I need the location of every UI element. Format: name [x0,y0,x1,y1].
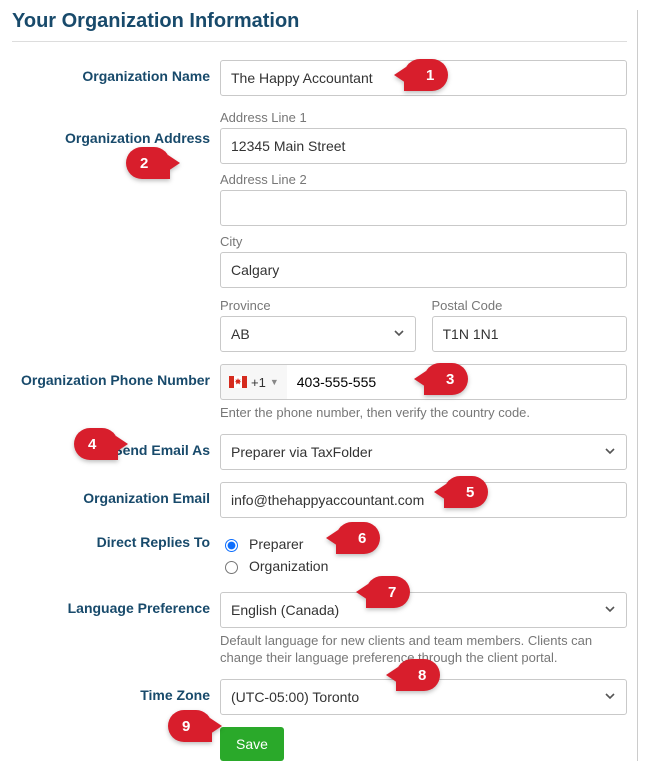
send-email-as-select[interactable]: Preparer via TaxFolder [220,434,627,470]
chevron-down-icon [604,689,616,705]
send-email-as-value: Preparer via TaxFolder [231,444,372,460]
phone-helper-text: Enter the phone number, then verify the … [220,404,627,422]
label-send-email-as: Send Email As [12,434,220,458]
city-input[interactable] [220,252,627,288]
radio-preparer-label: Preparer [249,536,303,552]
language-value: English (Canada) [231,602,339,618]
label-address-line-2: Address Line 2 [220,172,627,187]
radio-organization[interactable]: Organization [220,558,627,574]
chevron-down-icon [393,326,405,342]
organization-name-input[interactable] [220,60,627,96]
chevron-down-icon [604,602,616,618]
save-button[interactable]: Save [220,727,284,761]
label-timezone: Time Zone [12,679,220,703]
label-direct-replies: Direct Replies To [12,530,220,550]
phone-number-input[interactable] [287,364,627,400]
label-organization-name: Organization Name [12,60,220,84]
phone-country-select[interactable]: +1 ▼ [220,364,287,400]
province-select[interactable]: AB [220,316,416,352]
radio-organization-input[interactable] [225,561,238,574]
label-province: Province [220,298,416,313]
label-organization-address: Organization Address [12,108,220,146]
address-line-2-input[interactable] [220,190,627,226]
radio-organization-label: Organization [249,558,328,574]
chevron-down-icon [604,444,616,460]
dial-code: +1 [251,375,266,390]
radio-preparer[interactable]: Preparer [220,536,627,552]
postal-code-input[interactable] [432,316,628,352]
label-address-line-1: Address Line 1 [220,110,627,125]
organization-email-input[interactable] [220,482,627,518]
label-city: City [220,234,627,249]
radio-preparer-input[interactable] [225,539,238,552]
language-select[interactable]: English (Canada) [220,592,627,628]
label-language-preference: Language Preference [12,592,220,616]
caret-down-icon: ▼ [270,377,279,387]
language-helper-text: Default language for new clients and tea… [220,632,627,667]
label-organization-phone: Organization Phone Number [12,364,220,388]
timezone-value: (UTC-05:00) Toronto [231,689,359,705]
label-postal-code: Postal Code [432,298,628,313]
label-organization-email: Organization Email [12,482,220,506]
section-title: Your Organization Information [12,10,627,42]
timezone-select[interactable]: (UTC-05:00) Toronto [220,679,627,715]
flag-canada-icon [229,376,247,388]
province-value: AB [231,326,250,342]
address-line-1-input[interactable] [220,128,627,164]
